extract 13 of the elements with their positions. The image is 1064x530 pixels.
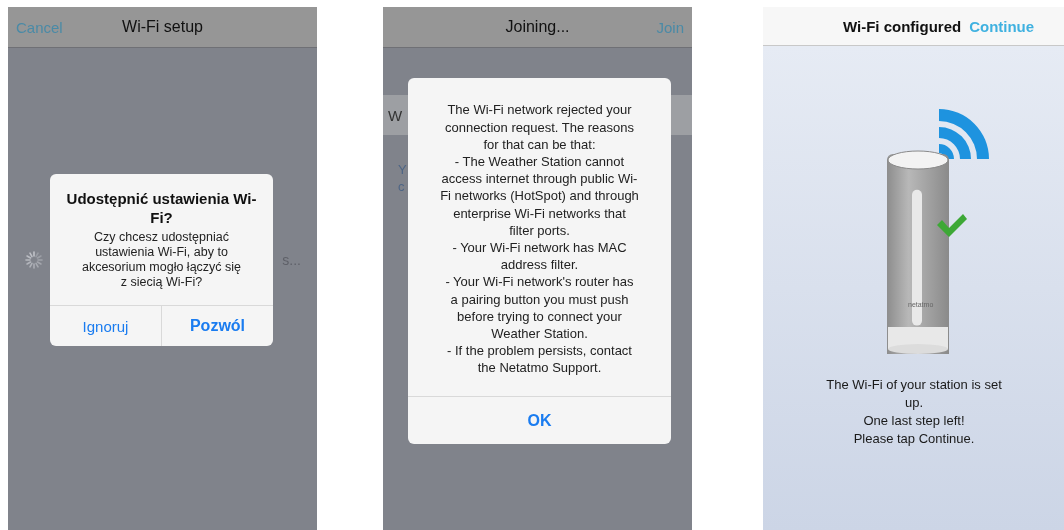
spinner-icon (24, 250, 44, 270)
screen-title: Wi-Fi setup (122, 18, 203, 36)
alert-message: Czy chcesz udostępniać ustawienia Wi-Fi, aby to akcesorium mogło łączyć się z siecią Wi-Fi? (81, 230, 242, 290)
alert-button[interactable]: OK (408, 397, 671, 444)
row-text: W (388, 106, 403, 124)
alert-message: The Wi-Fi network rejected your connection request. The reasons for that can be that: - The Weather Station cannot access internet through public Wi- Fi networks (HotSpot) and through enterprise Wi-Fi networks that filter ports. - Your Wi-Fi network has MAC address filter. - Your Wi-Fi network's router has a pairing button you must push before trying to connect your Weather Station. - If the problem persists, contact the Netatmo Support. (440, 101, 639, 377)
alert-title: Udostępnić ustawienia Wi- Fi? (66, 189, 257, 227)
status-message: The Wi-Fi of your station is set up. One last step left! Please tap Continue. (826, 376, 1002, 448)
screen-title: Wi-Fi configured (842, 17, 962, 35)
alert-button[interactable]: Pozwól (161, 306, 273, 346)
alert-button[interactable]: Ignoruj (50, 306, 161, 346)
screen-title: Joining... (505, 18, 570, 36)
nav-action-link[interactable]: Continue (969, 17, 1035, 35)
